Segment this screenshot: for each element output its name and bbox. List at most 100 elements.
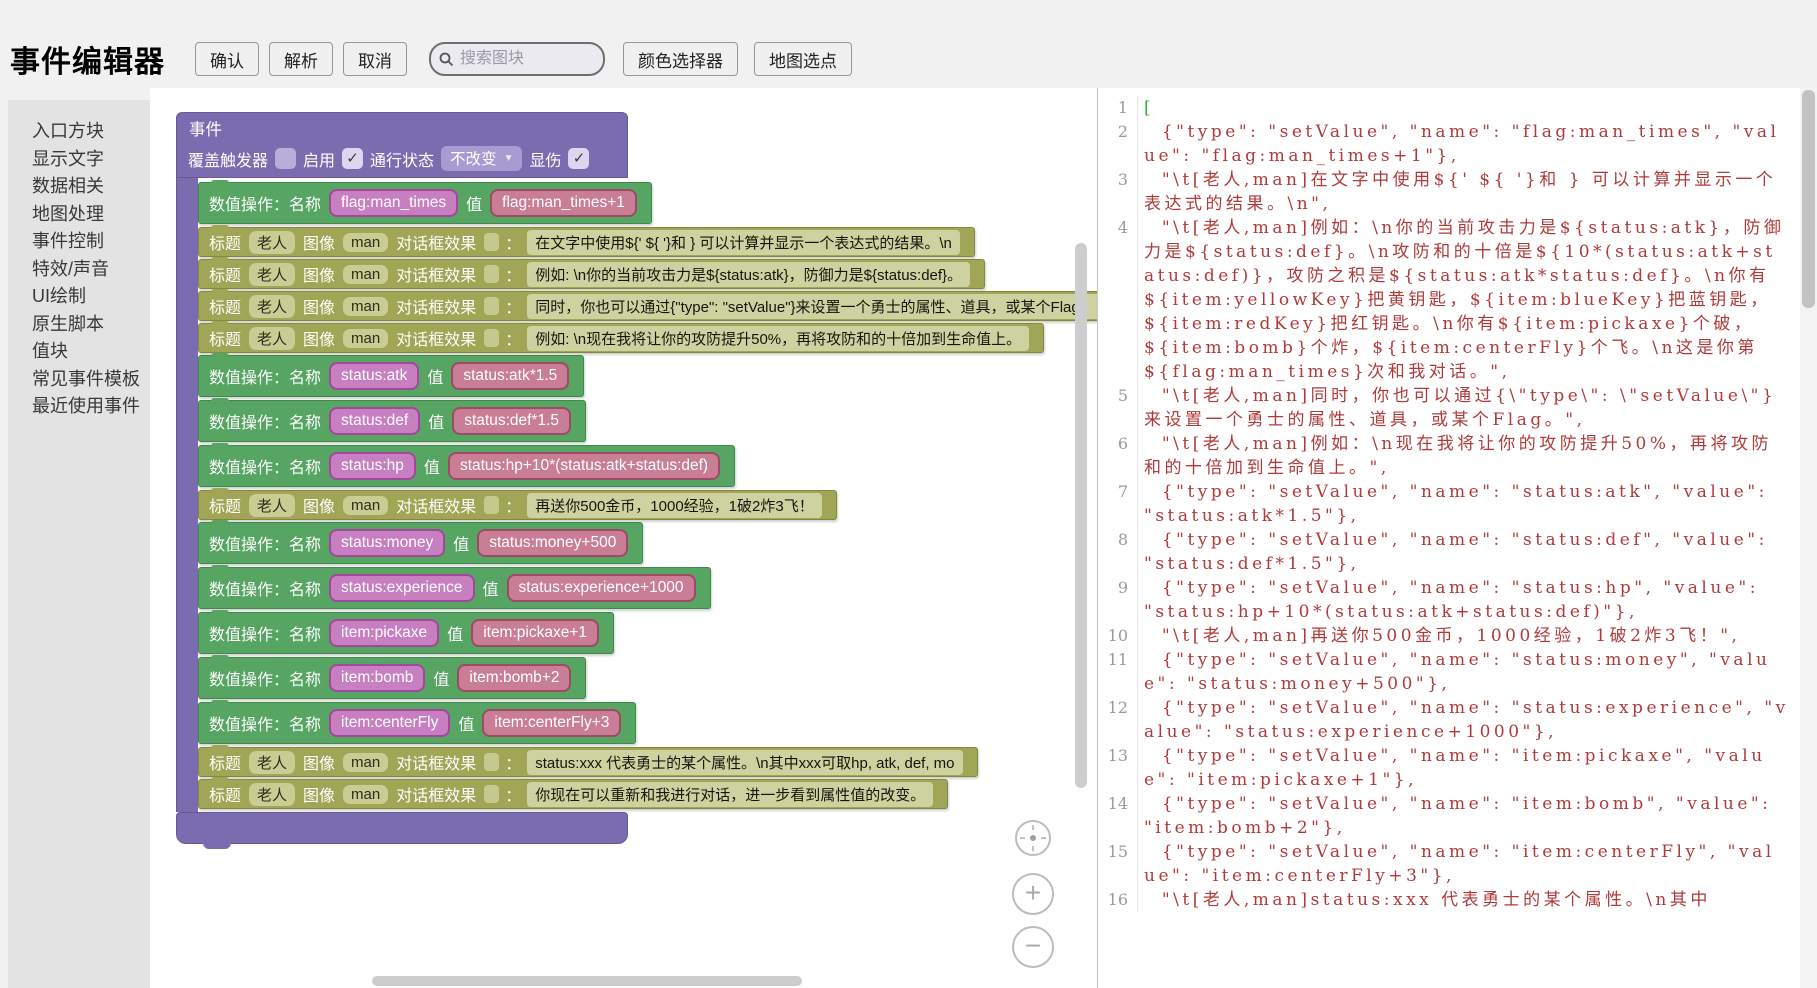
text-field[interactable]: 你现在可以重新和我进行对话，进一步看到属性值的改变。 — [527, 782, 933, 807]
dialog-effect-field[interactable] — [484, 265, 499, 283]
workspace-vertical-scrollbar[interactable] — [1075, 243, 1087, 788]
value-field[interactable]: status:experience+1000 — [507, 574, 696, 602]
dialog-effect-field[interactable] — [484, 496, 499, 514]
search-input[interactable] — [458, 49, 572, 69]
block-setvalue[interactable]: 数值操作：名称item:pickaxe值item:pickaxe+1 — [198, 612, 614, 654]
toolbar-button-2[interactable]: 解析 — [269, 42, 333, 76]
text-field[interactable]: 再送你500金币，1000经验，1破2炸3飞！ — [527, 493, 821, 518]
block-label: 数值操作：名称 — [209, 711, 321, 735]
toolbar-right-button-2[interactable]: 地图选点 — [754, 42, 852, 76]
block-setvalue[interactable]: 数值操作：名称status:def值status:def*1.5 — [198, 400, 586, 442]
sidebar-item[interactable]: 数据相关 — [8, 173, 150, 201]
text-field[interactable]: 例如: \n现在我将让你的攻防提升50%，再将攻防和的十倍加到生命值上。 — [527, 326, 1029, 351]
value-field[interactable]: item:centerFly+3 — [482, 709, 621, 737]
workspace-horizontal-scrollbar[interactable] — [372, 976, 802, 986]
block-setvalue[interactable]: 数值操作：名称flag:man_times值flag:man_times+1 — [198, 182, 652, 224]
sidebar-item[interactable]: UI绘制 — [8, 283, 150, 311]
block-label: 数值操作：名称 — [209, 364, 321, 388]
value-field[interactable]: item:pickaxe+1 — [471, 619, 599, 647]
text-field[interactable]: 例如: \n你的当前攻击力是${status:atk}，防御力是${status… — [527, 262, 970, 287]
block-title[interactable]: 标题老人图像man对话框效果：在文字中使用${' ${ '}和 } 可以计算并显… — [198, 227, 975, 257]
text-field[interactable]: 在文字中使用${' ${ '}和 } 可以计算并显示一个表达式的结果。\n — [527, 230, 960, 255]
block-setvalue[interactable]: 数值操作：名称item:bomb值item:bomb+2 — [198, 657, 586, 699]
block-title[interactable]: 标题老人图像man对话框效果：再送你500金币，1000经验，1破2炸3飞！ — [198, 490, 837, 520]
dialog-effect-field[interactable] — [484, 753, 499, 771]
code-text: {"type": "setValue", "name": "status:hp"… — [1144, 576, 1789, 624]
name-field[interactable]: flag:man_times — [329, 189, 458, 217]
sidebar-item[interactable]: 事件控制 — [8, 228, 150, 256]
event-block-header[interactable]: 事件 覆盖触发器启用✓通行状态不改变▼显伤✓ — [176, 112, 628, 178]
dialog-effect-field[interactable] — [484, 329, 499, 347]
zoom-out-button[interactable]: − — [1012, 926, 1054, 968]
blockly-workspace[interactable]: 事件 覆盖触发器启用✓通行状态不改变▼显伤✓ 数值操作：名称flag:man_t… — [150, 88, 1097, 988]
name-field[interactable]: item:pickaxe — [329, 619, 439, 647]
value-field[interactable]: item:bomb+2 — [457, 664, 571, 692]
sidebar-item[interactable]: 特效/声音 — [8, 256, 150, 284]
speaker-field[interactable]: 老人 — [249, 295, 295, 318]
image-field[interactable]: man — [343, 753, 388, 772]
name-field[interactable]: status:atk — [329, 362, 419, 390]
block-title[interactable]: 标题老人图像man对话框效果：例如: \n你的当前攻击力是${status:at… — [198, 259, 985, 289]
event-checkbox[interactable] — [275, 148, 296, 169]
image-field[interactable]: man — [343, 329, 388, 348]
image-field[interactable]: man — [343, 233, 388, 252]
sidebar-item[interactable]: 最近使用事件 — [8, 393, 150, 421]
block-setvalue[interactable]: 数值操作：名称status:experience值status:experien… — [198, 567, 711, 609]
speaker-field[interactable]: 老人 — [249, 263, 295, 286]
value-field[interactable]: status:hp+10*(status:atk+status:def) — [448, 452, 720, 480]
dialog-effect-field[interactable] — [484, 785, 499, 803]
sidebar-item[interactable]: 值块 — [8, 338, 150, 366]
block-setvalue[interactable]: 数值操作：名称status:atk值status:atk*1.5 — [198, 355, 584, 397]
code-editor[interactable]: 1[2 {"type": "setValue", "name": "flag:m… — [1097, 88, 1800, 988]
block-title[interactable]: 标题老人图像man对话框效果：你现在可以重新和我进行对话，进一步看到属性值的改变… — [198, 779, 948, 809]
sidebar-item[interactable]: 入口方块 — [8, 118, 150, 146]
speaker-field[interactable]: 老人 — [249, 783, 295, 806]
text-field[interactable]: status:xxx 代表勇士的某个属性。\n其中xxx可取hp, atk, d… — [527, 750, 962, 775]
speaker-field[interactable]: 老人 — [249, 494, 295, 517]
name-field[interactable]: status:money — [329, 529, 445, 557]
block-title[interactable]: 标题老人图像man对话框效果：status:xxx 代表勇士的某个属性。\n其中… — [198, 747, 978, 777]
name-field[interactable]: status:experience — [329, 574, 475, 602]
sidebar-item[interactable]: 地图处理 — [8, 201, 150, 229]
value-field[interactable]: status:atk*1.5 — [451, 362, 569, 390]
locate-button[interactable] — [1015, 820, 1051, 856]
block-setvalue[interactable]: 数值操作：名称status:money值status:money+500 — [198, 522, 643, 564]
block-title[interactable]: 标题老人图像man对话框效果：同时，你也可以通过{"type": "setVal… — [198, 291, 1097, 321]
speaker-field[interactable]: 老人 — [249, 327, 295, 350]
block-label: 对话框效果 — [396, 782, 476, 806]
toolbar-button-3[interactable]: 取消 — [343, 42, 407, 76]
dialog-effect-field[interactable] — [484, 297, 499, 315]
toolbar-right-button-1[interactable]: 颜色选择器 — [623, 42, 738, 76]
block-setvalue[interactable]: 数值操作：名称status:hp值status:hp+10*(status:at… — [198, 445, 735, 487]
value-field[interactable]: flag:man_times+1 — [490, 189, 637, 217]
block-title[interactable]: 标题老人图像man对话框效果：例如: \n现在我将让你的攻防提升50%，再将攻防… — [198, 323, 1044, 353]
code-line: 15 {"type": "setValue", "name": "item:ce… — [1098, 840, 1800, 888]
image-field[interactable]: man — [343, 297, 388, 316]
event-checkbox[interactable]: ✓ — [342, 148, 363, 169]
sidebar-item[interactable]: 显示文字 — [8, 146, 150, 174]
event-dropdown[interactable]: 不改变▼ — [441, 146, 522, 171]
zoom-in-button[interactable]: + — [1012, 873, 1054, 915]
event-setting-label: 覆盖触发器 — [188, 147, 268, 171]
name-field[interactable]: item:bomb — [329, 664, 425, 692]
search-box[interactable] — [429, 42, 605, 76]
code-scrollbar-thumb[interactable] — [1802, 90, 1815, 308]
image-field[interactable]: man — [343, 496, 388, 515]
event-checkbox[interactable]: ✓ — [568, 148, 589, 169]
code-scrollbar[interactable] — [1800, 88, 1817, 988]
speaker-field[interactable]: 老人 — [249, 231, 295, 254]
value-field[interactable]: status:money+500 — [477, 529, 628, 557]
value-field[interactable]: status:def*1.5 — [452, 407, 571, 435]
name-field[interactable]: status:def — [329, 407, 420, 435]
sidebar-item[interactable]: 常见事件模板 — [8, 366, 150, 394]
sidebar-item[interactable]: 原生脚本 — [8, 311, 150, 339]
image-field[interactable]: man — [343, 265, 388, 284]
speaker-field[interactable]: 老人 — [249, 751, 295, 774]
block-setvalue[interactable]: 数值操作：名称item:centerFly值item:centerFly+3 — [198, 702, 636, 744]
text-field[interactable]: 同时，你也可以通过{"type": "setValue"}来设置一个勇士的属性、… — [527, 294, 1097, 319]
dialog-effect-field[interactable] — [484, 233, 499, 251]
name-field[interactable]: item:centerFly — [329, 709, 450, 737]
name-field[interactable]: status:hp — [329, 452, 416, 480]
image-field[interactable]: man — [343, 785, 388, 804]
toolbar-button-1[interactable]: 确认 — [195, 42, 259, 76]
